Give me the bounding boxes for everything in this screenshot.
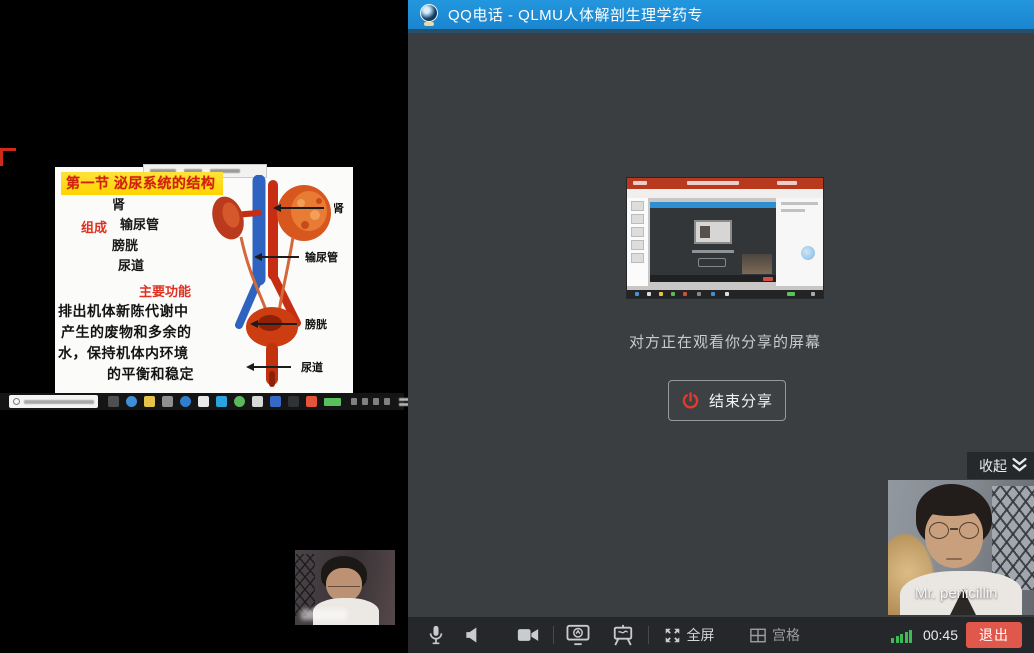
diagram-label-ureter: 输尿管: [305, 249, 338, 265]
grid-label: 宫格: [772, 625, 800, 645]
taskbar-app-icons: [108, 396, 341, 407]
mini-ppt-titlebar: [627, 178, 823, 189]
microphone-icon: [426, 624, 446, 646]
person-mouth: [946, 558, 962, 560]
ppt-slide: 第一节 泌尿系统的结构 组成 肾 输尿管 膀胱 尿道 主要功能 排出机体新陈代谢…: [55, 167, 353, 393]
share-status-text: 对方正在观看你分享的屏幕: [408, 331, 1034, 352]
slide-list-item: 肾: [112, 194, 125, 213]
screen: 第一节 泌尿系统的结构 组成 肾 输尿管 膀胱 尿道 主要功能 排出机体新陈代谢…: [0, 0, 1034, 653]
slide-function-line: 水，保持机体内环境: [58, 343, 189, 363]
self-webcam-preview: [295, 550, 395, 625]
grid-view-button[interactable]: 宫格: [746, 617, 804, 653]
mini-slide-panel: [627, 198, 648, 286]
mini-qq-window: [650, 202, 776, 282]
diagram-label-kidney: 肾: [333, 200, 344, 216]
screen-share-thumbnail: [627, 178, 823, 298]
taskbar-search-input: [9, 395, 98, 408]
whiteboard-icon: [611, 624, 635, 646]
taskbar-app-icon: [252, 396, 263, 407]
video-camera-icon: [517, 626, 539, 644]
diagram-arrow: [253, 366, 291, 368]
slide-list-item: 输尿管: [120, 214, 159, 233]
toolbar-separator: [648, 626, 649, 644]
slide-function-line: 的平衡和稳定: [107, 364, 194, 384]
call-titlebar[interactable]: QQ电话 - QLMU人体解剖生理学药专: [408, 0, 1034, 33]
person-glasses: [928, 522, 980, 542]
fullscreen-label: 全屏: [687, 625, 715, 645]
webcam-icon: [419, 4, 439, 26]
call-timer: 00:45: [923, 627, 958, 643]
share-region-corner-marker: [0, 148, 16, 166]
taskbar-app-icon: [162, 396, 173, 407]
diagram-arrow: [257, 323, 297, 325]
slide-list-item: 尿道: [118, 255, 144, 274]
slide-list-item: 膀胱: [112, 235, 138, 254]
taskbar-app-icon: [198, 396, 209, 407]
speaker-button[interactable]: [460, 617, 486, 653]
share-screen-button[interactable]: [563, 617, 593, 653]
search-placeholder-blur: [24, 400, 94, 404]
mini-taskbar: [627, 290, 823, 298]
taskbar-app-icon: [270, 396, 281, 407]
taskbar-app-icon: [216, 396, 227, 407]
slide-title: 第一节 泌尿系统的结构: [61, 172, 223, 195]
end-share-label: 结束分享: [709, 390, 773, 411]
exit-button[interactable]: 退出: [966, 622, 1022, 648]
person-glasses: [328, 578, 360, 587]
slide-compose-label: 组成: [81, 217, 107, 236]
windows-taskbar: [0, 393, 404, 410]
grid-icon: [750, 628, 766, 643]
fullscreen-button[interactable]: 全屏: [660, 617, 718, 653]
microphone-button[interactable]: [423, 617, 449, 653]
taskbar-app-icon: [126, 396, 137, 407]
diagram-arrow: [261, 256, 299, 258]
mini-chat-panel: [776, 198, 823, 286]
qq-call-window: QQ电话 - QLMU人体解剖生理学药专: [408, 0, 1034, 653]
power-icon: [681, 391, 700, 410]
call-main-area: 对方正在观看你分享的屏幕 结束分享 收起: [408, 37, 1034, 617]
diagram-label-bladder: 膀胱: [305, 316, 327, 332]
participant-video-tile[interactable]: Mr. penicillin: [888, 480, 1034, 615]
collapse-button[interactable]: 收起: [967, 452, 1034, 479]
slide-function-line: 排出机体新陈代谢中: [58, 301, 189, 321]
signal-strength-icon: [891, 630, 912, 643]
end-share-button[interactable]: 结束分享: [668, 380, 786, 421]
taskbar-app-icon: [180, 396, 191, 407]
shared-screen-preview: 第一节 泌尿系统的结构 组成 肾 输尿管 膀胱 尿道 主要功能 排出机体新陈代谢…: [0, 0, 404, 653]
diagram-label-urethra: 尿道: [301, 359, 323, 375]
slide-function-label: 主要功能: [139, 281, 191, 300]
name-overlay-blurred: [301, 609, 347, 620]
slide-function-line: 产生的废物和多余的: [61, 322, 192, 342]
taskbar-app-icon: [234, 396, 245, 407]
whiteboard-button[interactable]: [608, 617, 638, 653]
collapse-label: 收起: [979, 456, 1007, 476]
camera-button[interactable]: [515, 617, 541, 653]
taskbar-app-icon: [306, 396, 317, 407]
taskbar-app-icon: [144, 396, 155, 407]
diagram-arrow: [280, 207, 324, 209]
call-toolbar: 全屏 宫格 00:45 退出: [408, 617, 1034, 653]
window-title: QQ电话 - QLMU人体解剖生理学药专: [448, 4, 703, 25]
lattice-wall: [295, 554, 315, 616]
search-icon: [13, 398, 20, 405]
share-screen-icon: [566, 624, 590, 646]
toolbar-separator: [553, 626, 554, 644]
fullscreen-icon: [664, 627, 681, 644]
taskbar-app-icon: [108, 396, 119, 407]
mini-avatar-bubble: [801, 246, 815, 260]
mini-ppt-ribbon: [627, 189, 823, 198]
chevron-double-down-icon: [1011, 457, 1028, 474]
participant-name: Mr. penicillin: [915, 585, 998, 602]
speaker-icon: [463, 625, 483, 645]
taskbar-app-icon: [288, 396, 299, 407]
battery-icon: [324, 398, 341, 406]
